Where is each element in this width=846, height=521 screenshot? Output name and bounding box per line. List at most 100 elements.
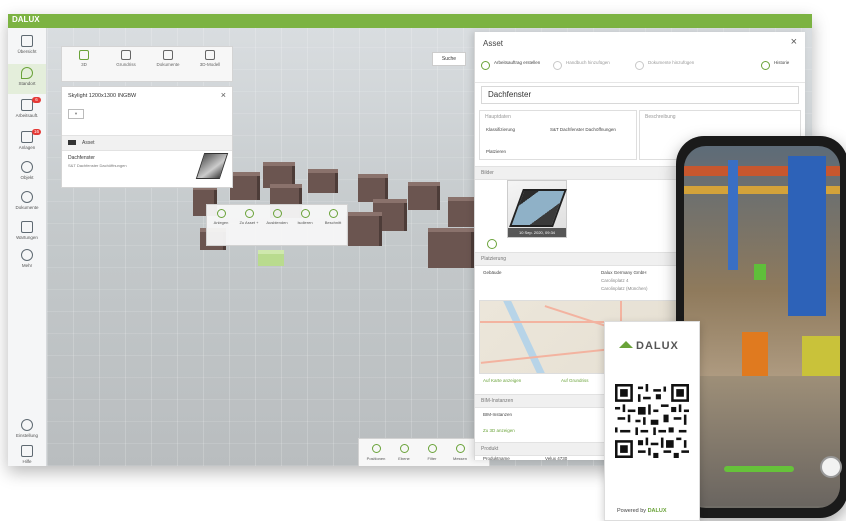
model-icon: [205, 50, 215, 60]
tool-floorplan[interactable]: Grundriss: [106, 50, 146, 67]
sidebar-item-label: Arbeitsauft.: [15, 113, 39, 118]
asset-section-header[interactable]: Asset: [62, 135, 232, 151]
filter-chip[interactable]: ▾: [68, 109, 84, 119]
context-hide[interactable]: Ausblenden: [263, 209, 291, 225]
sidebar-item-label: Anlagen: [18, 145, 36, 150]
position-icon: [371, 444, 381, 453]
model-box[interactable]: [428, 228, 474, 268]
grid-icon: [21, 35, 33, 47]
step-label: Arbeitsauftrag erstellen: [494, 60, 541, 65]
more-icon: [21, 249, 33, 261]
sidebar-item-more[interactable]: Mehr: [8, 246, 46, 276]
asset-image[interactable]: 10 Sep. 2020, 09:34: [507, 180, 567, 238]
model-box[interactable]: [358, 174, 388, 202]
bottom-tool-positions[interactable]: Positionen: [363, 444, 389, 461]
context-label: Beschnitt: [324, 220, 342, 225]
context-isolate[interactable]: Isolieren: [291, 209, 319, 225]
measure-icon: [455, 444, 465, 453]
close-icon[interactable]: ×: [791, 36, 797, 48]
history-icon: [761, 61, 770, 70]
close-icon[interactable]: ×: [221, 90, 226, 100]
context-add[interactable]: Anlegen: [207, 209, 235, 225]
section-label: BIM-Instanzen: [481, 398, 514, 404]
asset-name-field[interactable]: Dachfenster: [481, 86, 799, 104]
search-chip[interactable]: Suche: [432, 52, 466, 66]
filter-icon: [427, 444, 437, 453]
bottom-tool-measure[interactable]: Messen: [447, 444, 473, 461]
sidebar-item-location[interactable]: Standort: [8, 64, 46, 94]
plus-icon: [635, 61, 644, 70]
sidebar-item-label: Einstellung: [15, 433, 38, 438]
card-header: Beschreibung: [645, 114, 676, 120]
selection-panel: Skylight 1200x1300 INGBW × ▾ Asset Dachf…: [61, 86, 233, 188]
company-name: Dalux Germany GmbH: [601, 270, 647, 275]
asset-item-title[interactable]: Dachfenster: [68, 155, 95, 161]
cube-icon: [21, 161, 33, 173]
link-icon: [244, 209, 254, 218]
qr-code[interactable]: [615, 384, 689, 458]
tool-3d[interactable]: 3D: [64, 50, 104, 67]
show-on-map-link[interactable]: Auf Karte anzeigen: [483, 378, 521, 384]
tool-label: Grundriss: [116, 62, 136, 67]
bottom-tool-label: Positionen: [366, 456, 386, 461]
sidebar-item-label: Objekt: [20, 175, 34, 180]
sidebar-item-work-orders[interactable]: 6 Arbeitsauft.: [8, 96, 46, 126]
bottom-toolbar: Positionen Ebene Filter Messen: [358, 438, 490, 466]
sidebar-item-maintenance[interactable]: Wartungen: [8, 218, 46, 248]
step-label: Historie: [774, 60, 790, 65]
model-box[interactable]: [230, 172, 260, 200]
plus-icon: [481, 61, 490, 70]
sidebar-item-object[interactable]: Objekt: [8, 158, 46, 188]
qr-code-card: DALUX Powered by DALUX: [604, 321, 700, 521]
context-label: Ausblenden: [266, 220, 288, 225]
sidebar-item-label: Mehr: [21, 263, 33, 268]
tool-label: 3D-Modell: [199, 62, 221, 67]
phone-notch: [732, 136, 792, 146]
brand-logo[interactable]: DALUX: [12, 15, 40, 24]
asset-item-subtitle: S&T Dachfenster Dachöffnungen: [68, 163, 127, 168]
show-in-3d-link[interactable]: Zu 3D anzeigen: [483, 428, 515, 434]
selection-title: Skylight 1200x1300 INGBW: [68, 93, 137, 99]
plus-icon: [553, 61, 562, 70]
phone-screen: [684, 146, 840, 508]
sidebar-item-label: Hilfe: [22, 459, 32, 464]
bottom-tool-label: Ebene: [398, 456, 410, 461]
search-chip-label: Suche: [441, 56, 457, 62]
sidebar-item-documents[interactable]: Dokumente: [8, 188, 46, 218]
model-box[interactable]: [308, 169, 338, 193]
qr-brand: DALUX: [636, 340, 679, 352]
camera-toggle-button[interactable]: [820, 456, 842, 478]
bottom-tool-filter[interactable]: Filter: [419, 444, 445, 461]
house-icon: [619, 341, 633, 348]
notification-badge: 6: [32, 97, 41, 103]
context-clip[interactable]: Beschnitt: [319, 209, 347, 225]
company-city: Carolinplatz (München): [601, 286, 648, 291]
show-on-floorplan-link[interactable]: Auf Grundriss: [561, 378, 589, 384]
hide-icon: [272, 209, 282, 218]
sidebar-item-overview[interactable]: Übersicht: [8, 32, 46, 62]
model-box[interactable]: [346, 212, 382, 246]
add-image-icon[interactable]: [487, 239, 497, 249]
bottom-tool-label: Messen: [452, 456, 467, 461]
bottom-tool-layer[interactable]: Ebene: [391, 444, 417, 461]
model-box[interactable]: [408, 182, 440, 210]
tool-3d-model[interactable]: 3D-Modell: [190, 50, 230, 67]
bottom-tool-label: Filter: [427, 456, 437, 461]
context-link-asset[interactable]: Zu Asset +: [235, 209, 263, 225]
card-header: Hauptdaten: [485, 114, 511, 120]
sidebar-item-help[interactable]: Hilfe: [8, 442, 46, 466]
asset-panel-title: Asset: [483, 39, 504, 48]
help-icon: [21, 445, 33, 457]
selected-model-box[interactable]: [258, 250, 284, 266]
sidebar-item-assets[interactable]: 16 Anlagen: [8, 128, 46, 158]
asset-icon: [68, 140, 76, 145]
main-data-card: Hauptdaten Klassifizierung S&T Dachfenst…: [479, 110, 637, 160]
pipe: [724, 466, 794, 472]
classification-value: S&T Dachfenster Dachöffnungen: [550, 127, 616, 132]
skylight-image: [509, 189, 567, 227]
section-label: Produkt: [481, 446, 499, 452]
pipe: [788, 156, 826, 316]
powered-by-brand: DALUX: [647, 508, 667, 514]
tool-documents[interactable]: Dokumente: [148, 50, 188, 67]
view-toolbar: 3D Grundriss Dokumente 3D-Modell: [61, 46, 233, 82]
